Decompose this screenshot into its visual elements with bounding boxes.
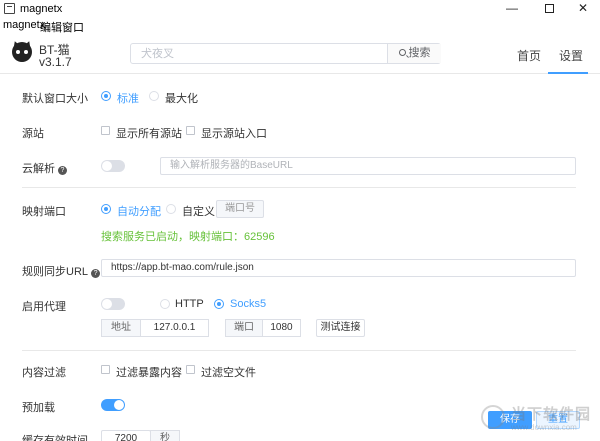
maximize-button[interactable] bbox=[534, 0, 564, 18]
cache-label: 缓存有效时间 bbox=[22, 435, 88, 441]
radio-standard[interactable] bbox=[101, 91, 111, 101]
search-input[interactable] bbox=[131, 44, 386, 63]
checkbox-show-source-entry[interactable] bbox=[186, 126, 195, 135]
checkbox-filter-exposed[interactable] bbox=[101, 365, 110, 374]
radio-custom-port[interactable] bbox=[166, 204, 176, 214]
proxy-port-input[interactable]: 1080 bbox=[263, 319, 301, 337]
radio-custom-port-label[interactable]: 自定义 bbox=[182, 203, 215, 219]
help-icon[interactable]: ? bbox=[58, 166, 67, 175]
title-bar: magnetx — ✕ bbox=[0, 0, 600, 18]
tab-home[interactable]: 首页 bbox=[517, 47, 541, 64]
preload-label: 预加载 bbox=[22, 402, 55, 414]
rule-sync-url-input[interactable]: https://app.bt-mao.com/rule.json bbox=[101, 259, 576, 277]
search-icon bbox=[398, 49, 406, 56]
logo-eye bbox=[16, 50, 20, 54]
cloud-label-text: 云解析 bbox=[22, 163, 55, 175]
window-title: magnetx bbox=[20, 3, 63, 15]
maximize-icon bbox=[544, 4, 554, 13]
filter-label: 内容过滤 bbox=[22, 367, 66, 379]
brand-version: v3.1.7 bbox=[39, 55, 72, 69]
checkbox-show-source-entry-label[interactable]: 显示源站入口 bbox=[201, 125, 267, 141]
minimize-button[interactable]: — bbox=[497, 0, 527, 18]
radio-socks5[interactable] bbox=[214, 299, 224, 309]
watermark-icon bbox=[481, 405, 505, 429]
proxy-label: 启用代理 bbox=[22, 301, 66, 313]
app-icon bbox=[4, 3, 15, 14]
watermark-sub: www.downxia.com bbox=[511, 423, 577, 432]
menu-window[interactable]: 窗口 bbox=[62, 19, 84, 35]
watermark-text: 当下软件园 bbox=[511, 406, 592, 423]
search-box: 搜索 bbox=[130, 43, 441, 64]
menu-bar: magnetx 编辑 窗口 bbox=[0, 18, 600, 34]
checkbox-filter-empty[interactable] bbox=[186, 365, 195, 374]
proxy-address-input[interactable]: 127.0.0.1 bbox=[141, 319, 209, 337]
rule-sync-label: 规则同步URL? bbox=[22, 263, 101, 279]
radio-standard-label[interactable]: 标准 bbox=[117, 90, 139, 106]
watermark-logo: 当下软件园 www.downxia.com bbox=[481, 399, 596, 439]
radio-auto-port-label[interactable]: 自动分配 bbox=[117, 203, 161, 219]
divider bbox=[22, 350, 576, 351]
radio-socks5-label[interactable]: Socks5 bbox=[230, 298, 266, 310]
preload-toggle[interactable] bbox=[101, 399, 125, 411]
checkbox-filter-exposed-label[interactable]: 过滤暴露内容 bbox=[116, 364, 182, 380]
test-connection-button[interactable]: 测试连接 bbox=[316, 319, 365, 337]
tab-settings[interactable]: 设置 bbox=[559, 47, 583, 64]
cloud-baseurl-input[interactable]: 输入解析服务器的BaseURL bbox=[160, 157, 576, 175]
menu-edit[interactable]: 编辑 bbox=[40, 19, 62, 35]
app-header: BT-猫 v3.1.7 搜索 首页 设置 bbox=[0, 34, 600, 74]
cloud-label: 云解析? bbox=[22, 160, 67, 176]
divider bbox=[22, 187, 576, 188]
search-button-label: 搜索 bbox=[408, 47, 431, 59]
close-button[interactable]: ✕ bbox=[568, 0, 598, 18]
radio-http-label[interactable]: HTTP bbox=[175, 298, 204, 310]
port-label: 映射端口 bbox=[22, 206, 66, 218]
radio-http[interactable] bbox=[160, 299, 170, 309]
proxy-port-label: 端口 bbox=[225, 319, 263, 337]
radio-auto-port[interactable] bbox=[101, 204, 111, 214]
port-status-text: 搜索服务已启动，映射端口：62596 bbox=[101, 231, 275, 243]
checkbox-filter-empty-label[interactable]: 过滤空文件 bbox=[201, 364, 256, 380]
active-tab-indicator bbox=[548, 72, 588, 74]
radio-maximize-label[interactable]: 最大化 bbox=[165, 90, 198, 106]
port-number-input[interactable]: 端口号 bbox=[216, 200, 264, 218]
cache-time-input[interactable]: 7200 bbox=[101, 430, 151, 441]
logo-eye bbox=[24, 50, 28, 54]
checkbox-show-all-sources[interactable] bbox=[101, 126, 110, 135]
rule-sync-label-text: 规则同步URL bbox=[22, 266, 89, 278]
cloud-toggle[interactable] bbox=[101, 160, 125, 172]
checkbox-show-all-sources-label[interactable]: 显示所有源站 bbox=[116, 125, 182, 141]
proxy-address-label: 地址 bbox=[101, 319, 141, 337]
radio-maximize[interactable] bbox=[149, 91, 159, 101]
search-button[interactable]: 搜索 bbox=[387, 44, 441, 63]
cat-logo-icon bbox=[12, 42, 32, 62]
window-size-label: 默认窗口大小 bbox=[22, 93, 88, 105]
source-label: 源站 bbox=[22, 128, 44, 140]
help-icon[interactable]: ? bbox=[91, 269, 101, 278]
menu-magnetx[interactable]: magnetx bbox=[3, 19, 45, 31]
cache-unit: 秒 bbox=[150, 430, 180, 441]
proxy-toggle[interactable] bbox=[101, 298, 125, 310]
